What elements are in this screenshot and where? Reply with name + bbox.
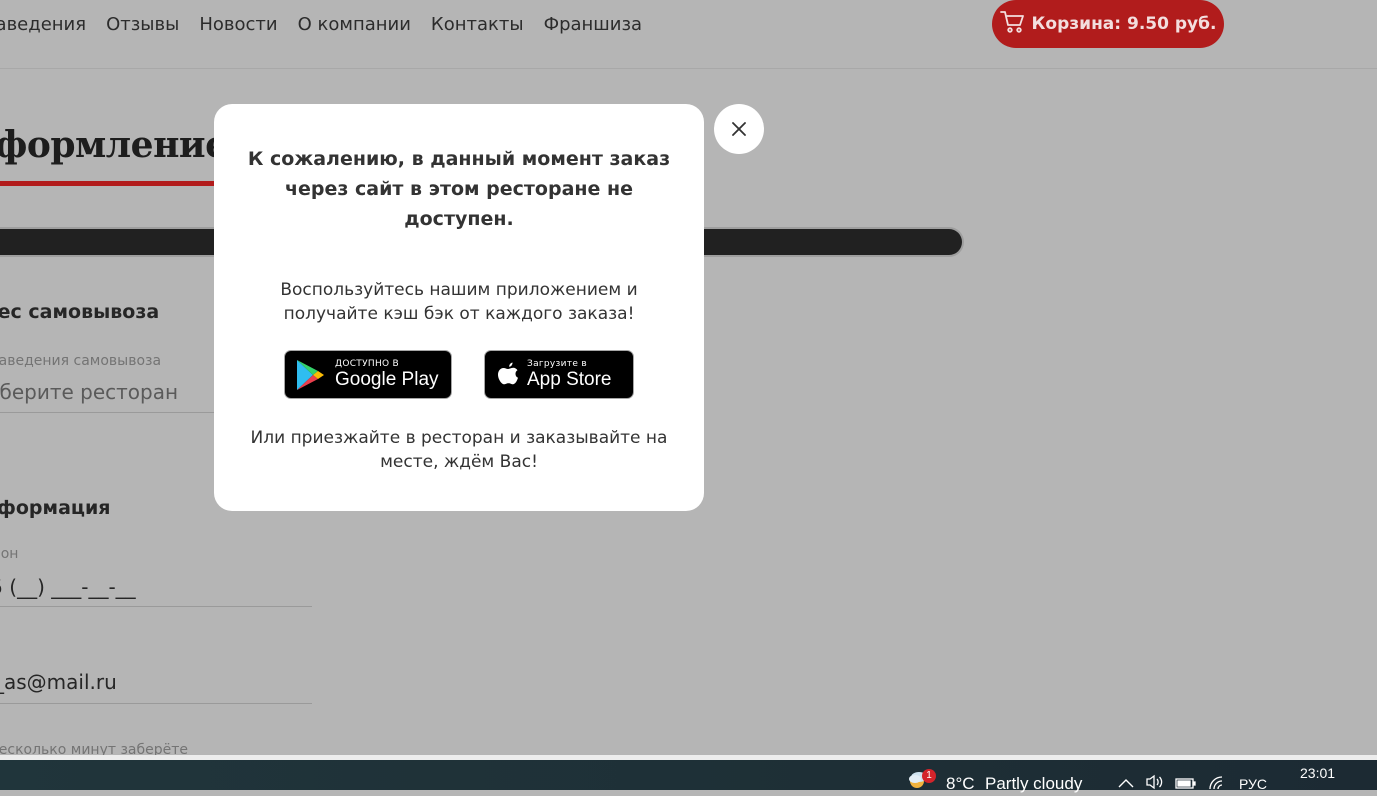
weather-notification-badge: 1 [922, 769, 936, 783]
wifi-icon[interactable] [1208, 775, 1228, 796]
app-store-small-text: Загрузите в [527, 358, 587, 369]
nav-item-reviews[interactable]: Отзывы [106, 0, 179, 50]
google-play-icon [295, 358, 327, 392]
modal-close-button[interactable] [714, 104, 764, 154]
cart-label: Корзина: 9.50 руб. [1031, 14, 1217, 34]
nav-item-contacts[interactable]: Контакты [431, 0, 524, 50]
weather-description[interactable]: Partly cloudy [985, 774, 1082, 794]
pickup-hint: Через несколько минут заберёте [0, 742, 189, 755]
modal-footer-text: Или приезжайте в ресторан и заказывайте … [250, 428, 668, 472]
weather-temperature[interactable]: 8°C [946, 774, 975, 794]
windows-taskbar: 1 8°C Partly cloudy РУС 23:01 [0, 760, 1377, 793]
close-icon [730, 120, 748, 138]
modal-app-text: Воспользуйтесь нашим приложением и получ… [280, 280, 638, 324]
info-section-heading: Информация [0, 497, 111, 519]
phone-field-label: Телефон [0, 546, 19, 562]
google-play-small-text: ДОСТУПНО В [335, 358, 400, 369]
nav-item-franchise[interactable]: Франшиза [544, 0, 643, 50]
app-store-big-text: App Store [527, 368, 612, 390]
email-input[interactable]: _as@mail.ru [0, 670, 117, 694]
google-play-big-text: Google Play [335, 368, 439, 390]
phone-field-underline [0, 606, 312, 607]
chevron-up-icon[interactable] [1117, 776, 1135, 794]
phone-input[interactable]: +375 (__) ___-__-__ [0, 575, 136, 599]
pickup-field-label: Выбор заведения самовывоза [0, 353, 162, 369]
pickup-section-heading: Адрес самовывоза [0, 301, 160, 323]
nav-item-about[interactable]: О компании [298, 0, 411, 50]
clock-time[interactable]: 23:01 [1300, 765, 1335, 781]
app-store-badge[interactable]: Загрузите в App Store [484, 350, 634, 399]
order-unavailable-modal: К сожалению, в данный момент заказ через… [214, 104, 704, 511]
cart-icon [999, 9, 1026, 40]
title-underline [0, 181, 216, 186]
cart-button[interactable]: Корзина: 9.50 руб. [992, 0, 1224, 48]
modal-title: К сожалению, в данный момент заказ через… [247, 148, 671, 230]
pickup-select[interactable]: Выберите ресторан [0, 380, 178, 404]
apple-icon [496, 361, 520, 389]
header-divider [0, 68, 1377, 69]
volume-icon[interactable] [1145, 774, 1165, 795]
top-navigation: Заведения Отзывы Новости О компании Конт… [0, 0, 662, 50]
email-field-underline [0, 703, 312, 704]
nav-item-news[interactable]: Новости [199, 0, 277, 50]
battery-icon[interactable] [1175, 776, 1197, 795]
nav-item-venues[interactable]: Заведения [0, 0, 86, 50]
page-title: Оформление [0, 124, 228, 166]
google-play-badge[interactable]: ДОСТУПНО В Google Play [284, 350, 452, 399]
